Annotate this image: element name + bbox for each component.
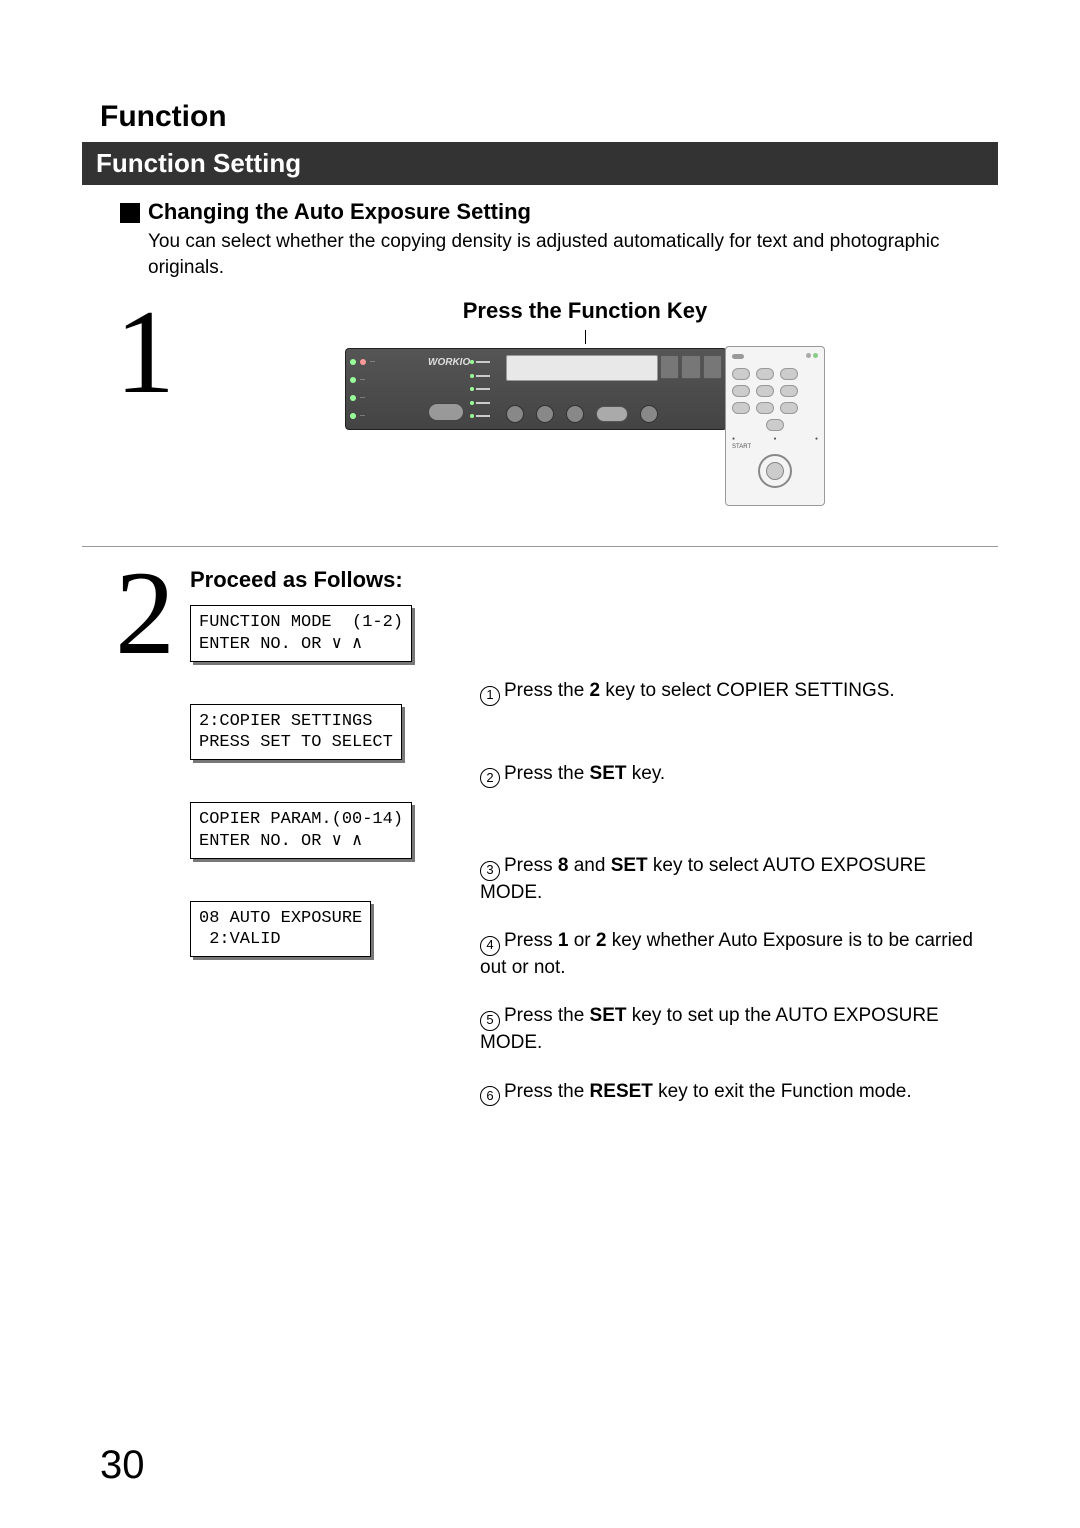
lcd-box-1: FUNCTION MODE (1-2) ENTER NO. OR ∨ ∧ [190,605,412,662]
instruction-3: 3Press 8 and SET key to select AUTO EXPO… [480,854,980,905]
circled-number-icon: 2 [480,768,500,788]
step-2: 2 Proceed as Follows: FUNCTION MODE (1-2… [100,559,980,1106]
instruction-2: 2Press the SET key. [480,762,980,788]
panel-knob-icon [428,403,464,421]
panel-round-button-icon [506,405,524,423]
circled-number-icon: 6 [480,1086,500,1106]
page-heading: Function [100,100,980,134]
start-label: START [732,444,818,450]
panel-brand: WORKIO [428,357,470,368]
panel-lcd-icon [506,355,658,381]
panel-keypad: ●●● START [725,346,825,506]
section-bar: Function Setting [82,142,998,185]
lcd-box-2: 2:COPIER SETTINGS PRESS SET TO SELECT [190,704,402,761]
page-number: 30 [100,1443,145,1488]
panel-mode-icon [681,355,700,379]
circled-number-icon: 5 [480,1011,500,1031]
pointer-line-icon [190,330,980,344]
lcd-box-4: 08 AUTO EXPOSURE 2:VALID [190,901,371,958]
panel-main: — — — — WORKIO [345,348,727,430]
description-text: You can select whether the copying densi… [148,229,980,280]
panel-round-button-icon [536,405,554,423]
panel-oval-button-icon [596,406,628,422]
step-number-2: 2 [100,565,190,661]
subheading: Changing the Auto Exposure Setting [148,199,531,225]
instruction-6: 6Press the RESET key to exit the Functio… [480,1080,980,1106]
control-panel-illustration: — — — — WORKIO [345,348,825,528]
square-bullet-icon [120,203,140,223]
instruction-list: 1Press the 2 key to select COPIER SETTIN… [480,603,980,1106]
panel-mode-icon [703,355,722,379]
lcd-box-3: COPIER PARAM.(00-14) ENTER NO. OR ∨ ∧ [190,802,412,859]
instruction-5: 5Press the SET key to set up the AUTO EX… [480,1004,980,1055]
step-1: 1 Press the Function Key — — — — WORKIO [100,298,980,528]
panel-round-button-icon [566,405,584,423]
step-number-1: 1 [100,304,190,400]
start-button-icon [758,454,792,488]
step1-title: Press the Function Key [190,298,980,324]
panel-round-button-icon [640,405,658,423]
circled-number-icon: 4 [480,936,500,956]
circled-number-icon: 1 [480,686,500,706]
instruction-4: 4Press 1 or 2 key whether Auto Exposure … [480,929,980,980]
panel-mode-icon [660,355,679,379]
divider [82,546,998,547]
step2-title: Proceed as Follows: [190,567,980,593]
circled-number-icon: 3 [480,861,500,881]
instruction-1: 1Press the 2 key to select COPIER SETTIN… [480,679,980,705]
